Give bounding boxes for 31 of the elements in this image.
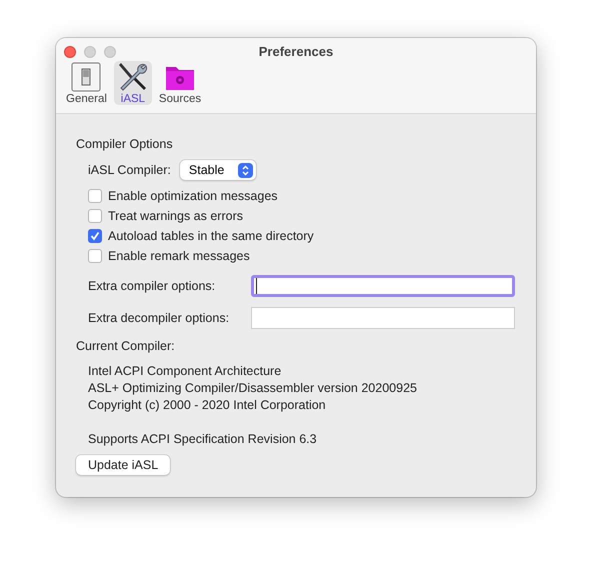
- window-title: Preferences: [258, 43, 334, 58]
- input-field[interactable]: [251, 307, 515, 329]
- checkbox[interactable]: [88, 249, 102, 263]
- field-label: iASL Compiler:: [88, 163, 171, 177]
- section-heading: Current Compiler:: [76, 338, 176, 355]
- switch-icon: [71, 62, 102, 92]
- chevron-icon: [242, 164, 250, 176]
- checkbox-label: Enable optimization messages: [108, 189, 278, 203]
- field-label: Extra compiler options:: [88, 279, 216, 293]
- minimize-button[interactable]: [84, 46, 96, 58]
- tools-icon: [116, 61, 149, 93]
- zoom-button[interactable]: [104, 46, 116, 58]
- toolbar-tab[interactable]: Sources: [156, 61, 204, 105]
- info-text: Intel ACPI Component Architecture: [88, 363, 282, 380]
- toolbar-tab[interactable]: General: [63, 61, 110, 105]
- checkbox-label: Autoload tables in the same directory: [108, 229, 314, 243]
- update-button[interactable]: Update iASL: [76, 455, 170, 475]
- checkbox-label: Treat warnings as errors: [108, 209, 243, 223]
- field-label: Extra decompiler options:: [88, 311, 230, 325]
- checkbox-label: Enable remark messages: [108, 249, 250, 263]
- close-button[interactable]: [64, 46, 76, 58]
- info-text: Copyright (c) 2000 - 2020 Intel Corporation: [88, 397, 327, 414]
- info-text: ASL+ Optimizing Compiler/Disassembler version 20200925: [88, 380, 418, 397]
- checkbox[interactable]: [88, 229, 102, 243]
- compiler-popup[interactable]: Stable: [180, 160, 256, 180]
- input-field[interactable]: [251, 275, 515, 297]
- checkbox[interactable]: [88, 209, 102, 223]
- checkbox[interactable]: [88, 189, 102, 203]
- section-heading: Compiler Options: [76, 136, 174, 153]
- toolbar-tab[interactable]: iASL: [114, 61, 152, 105]
- info-text: Supports ACPI Specification Revision 6.3: [88, 431, 318, 448]
